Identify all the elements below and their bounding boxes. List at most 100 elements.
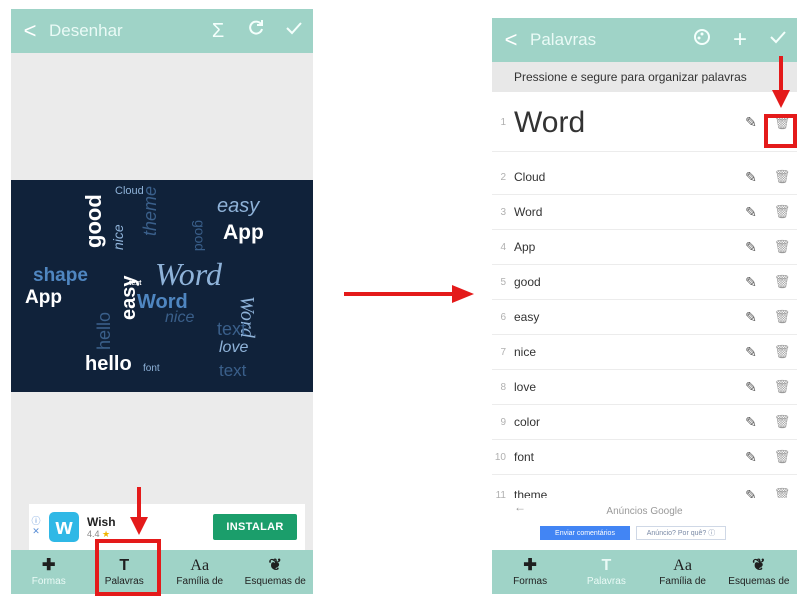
- row-number: 2: [500, 171, 506, 183]
- edit-icon[interactable]: ✎: [735, 274, 767, 291]
- row-word: love: [514, 380, 537, 394]
- font-icon: Aa: [673, 556, 692, 574]
- trash-icon[interactable]: 🗑: [767, 379, 797, 395]
- nav-formas[interactable]: ✚ Formas: [11, 550, 87, 594]
- cloud-word: Word: [155, 256, 222, 292]
- nav-palavras[interactable]: T Palavras: [568, 550, 644, 594]
- word-row[interactable]: 3 Word ✎ 🗑: [492, 195, 797, 230]
- nav-label: Formas: [31, 576, 66, 588]
- refresh-icon[interactable]: [237, 19, 275, 43]
- nav-familia[interactable]: Aa Família de: [645, 550, 721, 594]
- star-icon: ★: [102, 528, 111, 539]
- cloud-word: nice: [165, 309, 195, 326]
- word-row[interactable]: 2 Cloud ✎ 🗑: [492, 160, 797, 195]
- edit-icon[interactable]: ✎: [735, 309, 767, 326]
- bottom-nav: ✚ Formas T Palavras Aa Família de ❦ Esqu…: [11, 550, 313, 594]
- trash-icon[interactable]: 🗑: [767, 414, 797, 430]
- row-word: font: [514, 450, 535, 464]
- wish-ad-banner[interactable]: ⓘ ✕ w Wish 4.4 ★ INSTALAR: [29, 504, 305, 550]
- plus-icon[interactable]: +: [721, 26, 759, 54]
- row-number: 10: [494, 451, 506, 463]
- red-arrow-down-icon: [772, 56, 790, 108]
- nav-esquemas[interactable]: ❦ Esquemas de: [721, 550, 797, 594]
- cloud-word: hello: [85, 353, 132, 375]
- row-word: nice: [514, 345, 537, 359]
- check-icon[interactable]: [275, 19, 313, 43]
- nav-familia[interactable]: Aa Família de: [162, 550, 238, 594]
- screen-title: Desenhar: [49, 21, 123, 40]
- nav-formas[interactable]: ✚ Formas: [492, 550, 568, 594]
- cloud-word: easy: [217, 195, 260, 217]
- row-number: 4: [500, 241, 506, 253]
- edit-icon[interactable]: ✎: [735, 449, 767, 466]
- cloud-word: App: [25, 287, 62, 308]
- why-ad-button[interactable]: Anúncio? Por quê? ⓘ: [636, 526, 726, 540]
- trash-icon[interactable]: 🗑: [767, 274, 797, 290]
- word-row[interactable]: 6 easy ✎ 🗑: [492, 300, 797, 335]
- edit-icon[interactable]: ✎: [735, 114, 767, 131]
- back-arrow-icon[interactable]: <: [492, 27, 530, 53]
- trash-icon[interactable]: 🗑: [767, 344, 797, 360]
- cloud-word: text: [217, 319, 247, 339]
- edit-icon[interactable]: ✎: [735, 204, 767, 221]
- palette-icon: ❦: [752, 556, 766, 574]
- trash-icon[interactable]: 🗑: [767, 309, 797, 325]
- row-number: 8: [500, 381, 506, 393]
- top-toolbar: < Palavras +: [492, 18, 797, 62]
- row-number: 9: [500, 416, 506, 428]
- draw-screen: < Desenhar Σ good Cloud easy theme App s…: [11, 9, 313, 594]
- sum-icon[interactable]: Σ: [199, 20, 237, 43]
- ad-info-icon[interactable]: ⓘ ✕: [29, 516, 43, 537]
- row-number: 1: [500, 117, 506, 128]
- trash-icon[interactable]: 🗑: [767, 449, 797, 465]
- cloud-word: hello: [94, 311, 114, 350]
- send-feedback-button[interactable]: Enviar comentários: [540, 526, 630, 540]
- word-row[interactable]: 10 font ✎ 🗑: [492, 440, 797, 475]
- row-number: 7: [500, 346, 506, 358]
- check-icon[interactable]: [759, 28, 797, 52]
- word-row[interactable]: 1 Word ✎ 🗑: [492, 94, 797, 152]
- row-word: Cloud: [514, 170, 546, 184]
- nav-esquemas[interactable]: ❦ Esquemas de: [238, 550, 314, 594]
- wish-logo-icon: w: [49, 512, 79, 542]
- edit-icon[interactable]: ✎: [735, 414, 767, 431]
- bottom-nav: ✚ Formas T Palavras Aa Família de ❦ Esqu…: [492, 550, 797, 594]
- edit-icon[interactable]: ✎: [735, 344, 767, 361]
- cloud-word: theme: [140, 185, 160, 236]
- row-word: good: [514, 275, 541, 289]
- trash-icon[interactable]: 🗑: [767, 204, 797, 220]
- cloud-word: love: [219, 339, 249, 356]
- hint-text: Pressione e segure para organizar palavr…: [492, 62, 797, 92]
- red-arrow-down-icon: [130, 487, 148, 535]
- cloud-word: text: [219, 361, 247, 380]
- trash-icon[interactable]: 🗑: [767, 239, 797, 255]
- trash-icon[interactable]: 🗑: [767, 169, 797, 185]
- edit-icon[interactable]: ✎: [735, 169, 767, 186]
- ad-app-name: Wish: [87, 514, 116, 529]
- install-button[interactable]: INSTALAR: [213, 514, 297, 540]
- word-row[interactable]: 7 nice ✎ 🗑: [492, 335, 797, 370]
- edit-icon[interactable]: ✎: [735, 239, 767, 256]
- nav-label: Esquemas de: [728, 576, 790, 588]
- nav-label: Palavras: [586, 576, 626, 588]
- row-word: Word: [514, 105, 586, 139]
- cloud-word: good: [81, 194, 106, 248]
- row-number: 6: [500, 311, 506, 323]
- right-arrow-icon: [344, 285, 474, 303]
- edit-icon[interactable]: ✎: [735, 379, 767, 396]
- row-number: 3: [500, 206, 506, 218]
- google-ads-panel: ← Anúncios Google Enviar comentários Anú…: [492, 498, 797, 550]
- word-row[interactable]: 4 App ✎ 🗑: [492, 230, 797, 265]
- ad-rating: 4.4 ★: [87, 528, 111, 539]
- palette-icon[interactable]: [683, 28, 721, 52]
- back-arrow-icon[interactable]: <: [11, 18, 49, 44]
- palette-icon: ❦: [268, 556, 282, 574]
- row-word: easy: [514, 310, 540, 324]
- word-row[interactable]: 8 love ✎ 🗑: [492, 370, 797, 405]
- word-row[interactable]: 9 color ✎ 🗑: [492, 405, 797, 440]
- text-icon: T: [601, 556, 612, 574]
- cloud-word: font: [143, 363, 160, 374]
- top-toolbar: < Desenhar Σ: [11, 9, 313, 53]
- word-cloud-canvas[interactable]: good Cloud easy theme App shape App Word…: [11, 180, 313, 392]
- word-row[interactable]: 5 good ✎ 🗑: [492, 265, 797, 300]
